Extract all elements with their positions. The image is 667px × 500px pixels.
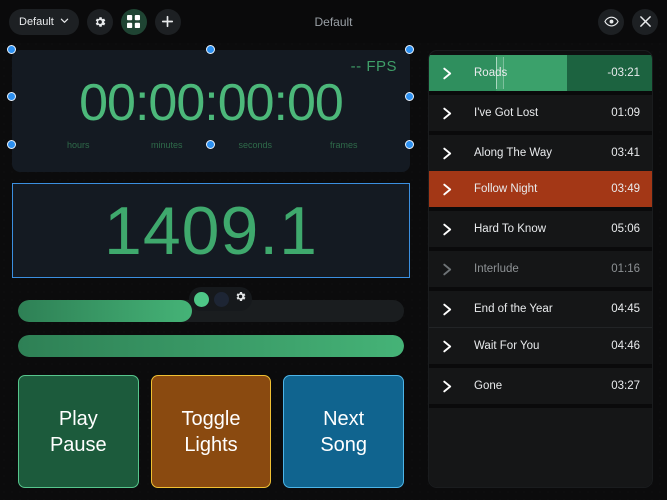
app-root: Default Default -- FPS 00:00:00:00 hours… [0,0,667,500]
track-title: Roads [474,67,508,79]
track-duration: 05:06 [611,223,640,235]
chevron-right-icon[interactable] [442,379,453,394]
chevron-down-icon [60,16,69,25]
toggle-lights-button-line2: Lights [184,433,238,456]
selection-handle-top-center[interactable] [206,45,215,54]
toolbar-left-group: Default [0,8,181,35]
close-button[interactable] [632,8,658,35]
table-row[interactable]: I've Got Lost 01:09 [429,95,652,131]
track-duration: 04:45 [611,303,640,315]
chevron-right-icon[interactable] [442,339,453,354]
chevron-right-icon[interactable] [442,182,453,197]
layout-grid-button[interactable] [120,8,147,35]
track-title: I've Got Lost [474,107,539,119]
play-pause-button[interactable]: Play Pause [18,375,139,488]
track-title: Wait For You [474,340,540,352]
play-pause-button-line2: Pause [49,433,107,456]
slider-secondary-fill [18,335,404,357]
toggle-lights-button-line1: Toggle [181,407,241,430]
value-display-text: 1409.1 [104,192,318,269]
preview-button[interactable] [598,8,624,35]
eye-icon [603,14,619,29]
track-title: Follow Night [474,183,538,195]
chevron-right-icon[interactable] [442,106,453,121]
playlist-panel[interactable]: Roads -03:21 I've Got Lost 01:09 Along T… [428,50,653,488]
close-icon [639,15,652,28]
table-row[interactable]: Along The Way 03:41 [429,135,652,171]
track-title: End of the Year [474,303,553,315]
track-duration: -03:21 [607,67,640,79]
gear-icon [93,15,107,29]
track-duration: 04:46 [611,340,640,352]
color-swatch-dark[interactable] [214,291,229,307]
timecode-label-hours: hours [66,140,90,150]
toggle-lights-button[interactable]: Toggle Lights [150,375,272,488]
track-duration: 03:27 [611,380,640,392]
selection-handle-bottom-left[interactable] [7,140,16,149]
slider-secondary[interactable] [18,335,404,357]
chevron-right-icon[interactable] [442,66,453,81]
table-row[interactable]: Roads -03:21 [429,55,652,91]
track-duration: 03:49 [611,183,640,195]
color-swatch-green[interactable] [194,291,209,307]
timecode-label-frames: frames [329,140,358,150]
table-row[interactable]: Interlude 01:16 [429,251,652,287]
value-display[interactable]: 1409.1 [12,183,410,278]
top-toolbar: Default Default [0,0,667,43]
chevron-right-icon[interactable] [442,146,453,161]
table-row[interactable]: Follow Night 03:49 [429,171,652,207]
timecode-label-seconds: seconds [238,140,273,150]
toolbar-right-group [598,8,658,35]
track-title: Interlude [474,263,519,275]
gear-icon[interactable] [234,290,247,308]
selection-handle-bottom-right[interactable] [405,140,414,149]
next-song-button[interactable]: Next Song [283,375,405,488]
grid-icon [127,15,141,28]
track-title: Gone [474,380,503,392]
main-control-panel: -- FPS 00:00:00:00 hours minutes seconds… [7,45,414,488]
chevron-right-icon[interactable] [442,222,453,237]
track-title: Hard To Know [474,223,547,235]
plus-icon [161,15,174,28]
table-row[interactable]: Gone 03:27 [429,368,652,404]
chevron-right-icon[interactable] [442,262,453,277]
selection-handle-top-right[interactable] [405,45,414,54]
chevron-right-icon[interactable] [442,302,453,317]
selection-handle-middle-right[interactable] [405,92,414,101]
add-button[interactable] [154,8,181,35]
selection-handle-top-left[interactable] [7,45,16,54]
slider-primary-fill [18,300,192,322]
next-song-button-line2: Song [320,433,368,456]
timecode-value: 00:00:00:00 [79,74,344,132]
slider-options-popup[interactable] [189,287,252,311]
selection-handle-bottom-center[interactable] [206,140,215,149]
track-duration: 03:41 [611,147,640,159]
table-row[interactable]: Wait For You 04:46 [429,328,652,364]
next-song-button-line1: Next [323,407,365,430]
timecode-label-minutes: minutes [150,140,183,150]
track-duration: 01:16 [611,263,640,275]
track-duration: 01:09 [611,107,640,119]
track-title: Along The Way [474,147,552,159]
timecode-display[interactable]: -- FPS 00:00:00:00 hours minutes seconds… [12,50,410,172]
play-pause-button-line1: Play [58,407,98,430]
table-row[interactable]: End of the Year 04:45 [429,291,652,327]
playlist-empty-area[interactable] [429,408,652,487]
table-row[interactable]: Hard To Know 05:06 [429,211,652,247]
action-button-row: Play Pause Toggle Lights Next Song [18,375,405,488]
settings-button[interactable] [86,8,113,35]
preset-selector-label: Default [19,15,54,28]
preset-selector[interactable]: Default [9,8,79,35]
selection-handle-middle-left[interactable] [7,92,16,101]
